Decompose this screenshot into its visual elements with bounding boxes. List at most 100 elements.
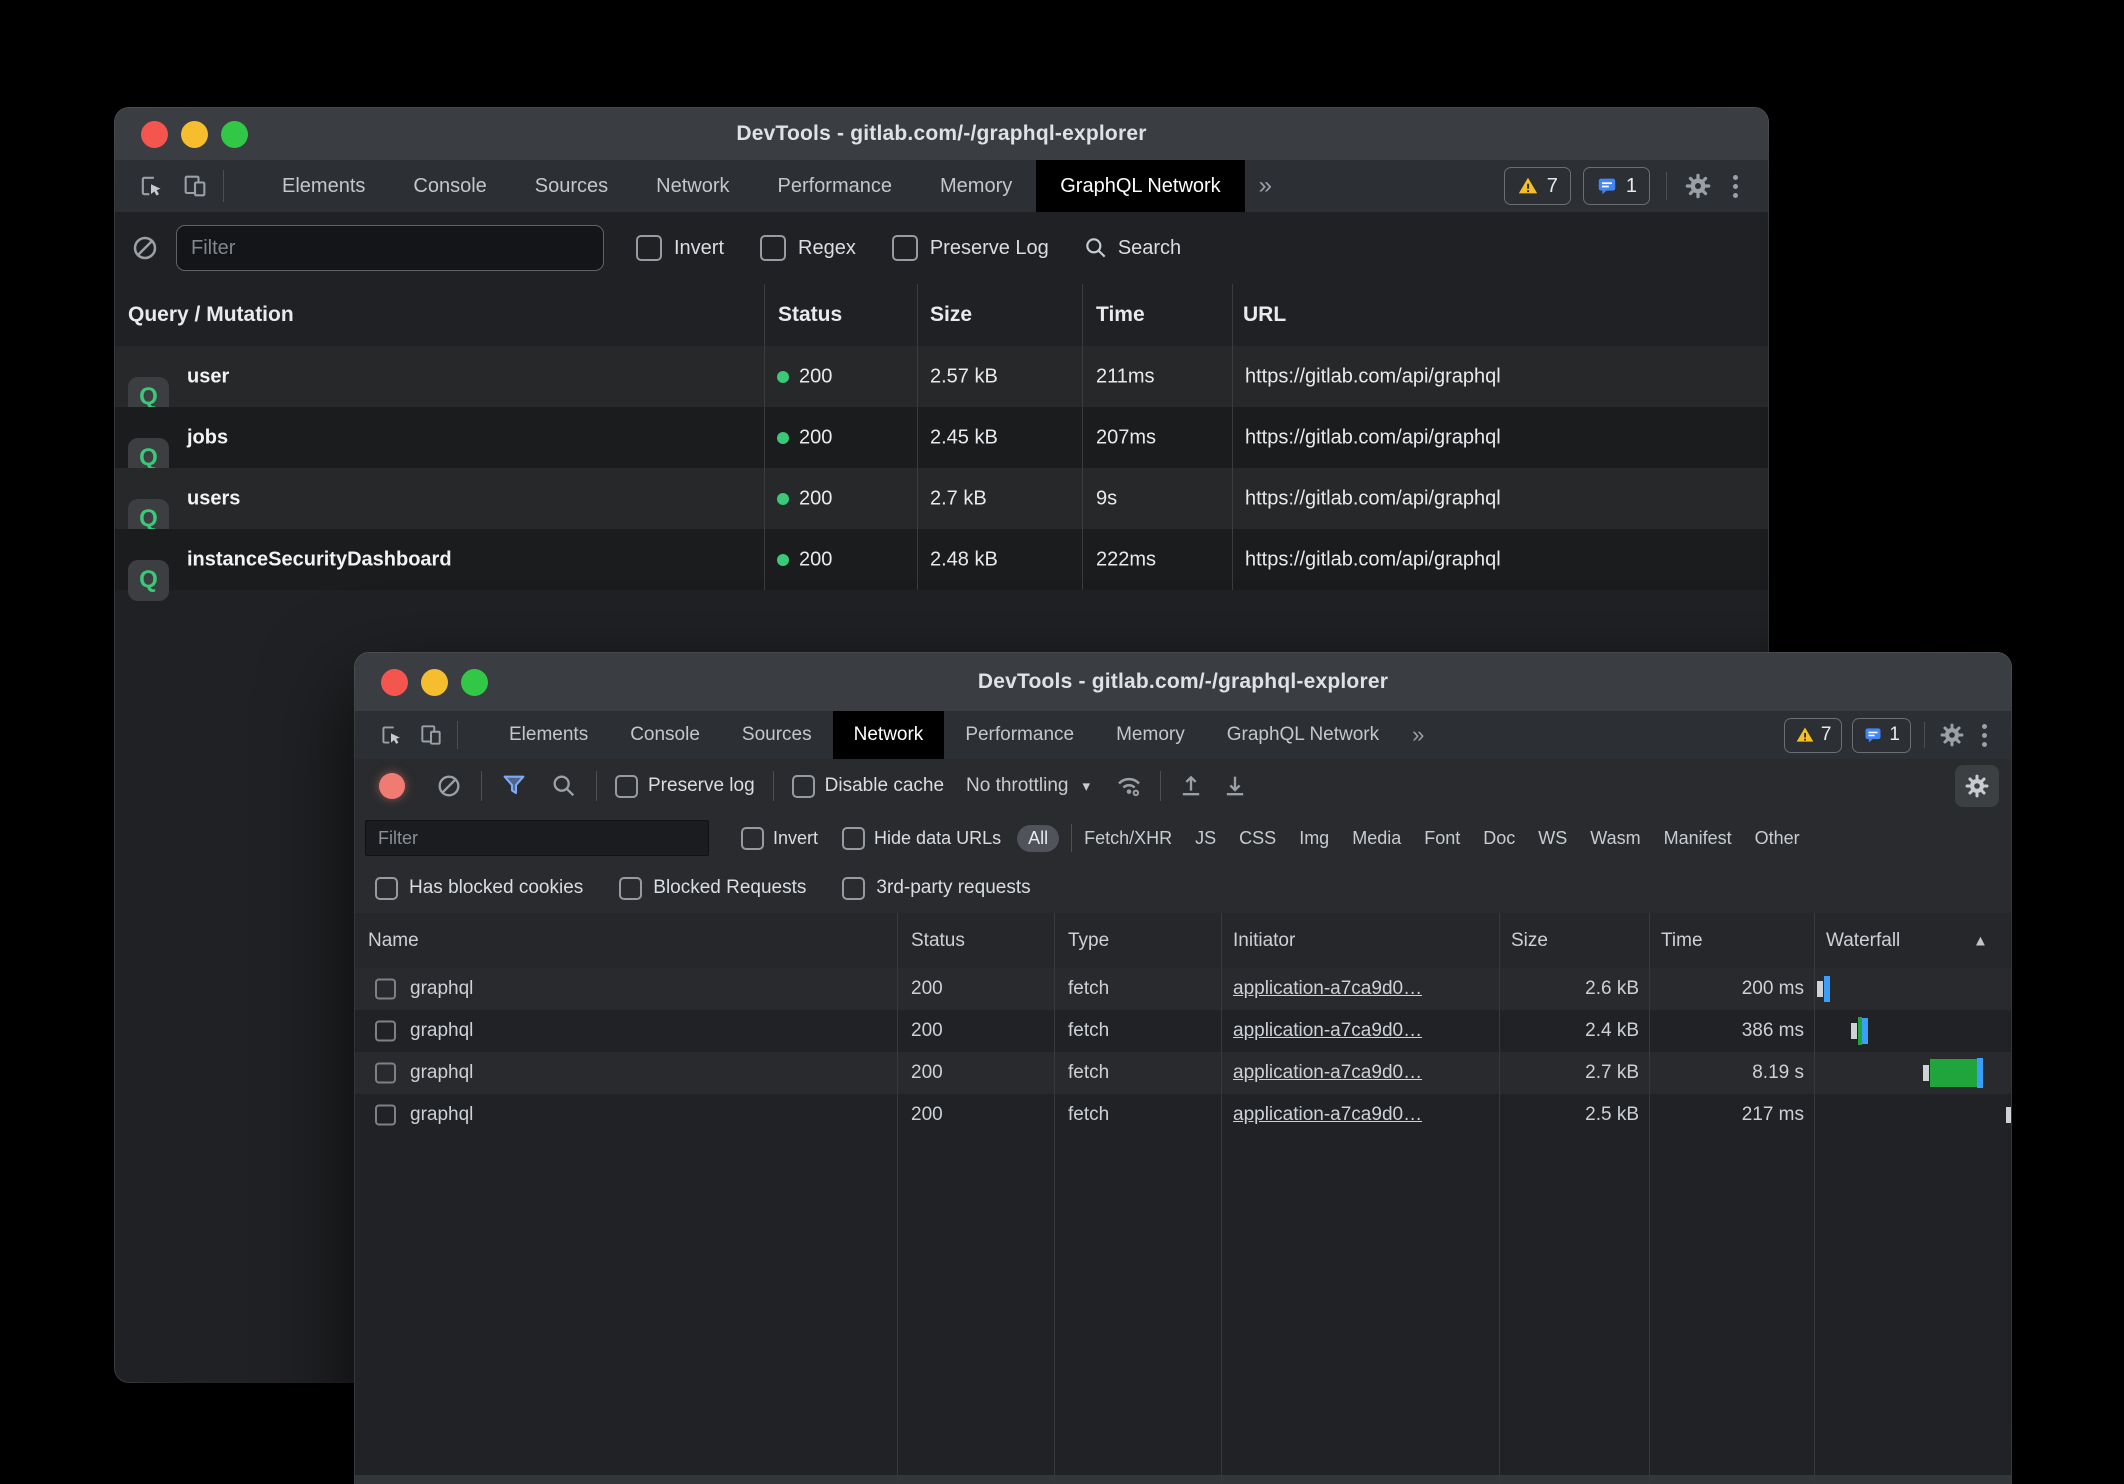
column-divider[interactable] <box>1499 913 1500 1484</box>
filter-input[interactable] <box>176 225 604 271</box>
blocked-requests-checkbox[interactable]: Blocked Requests <box>619 877 806 900</box>
filter-type-wasm[interactable]: Wasm <box>1590 828 1640 849</box>
third-party-requests-checkbox[interactable]: 3rd-party requests <box>842 877 1030 900</box>
filter-type-manifest[interactable]: Manifest <box>1664 828 1732 849</box>
kebab-menu-icon[interactable] <box>1976 724 1993 747</box>
row-checkbox[interactable] <box>375 1063 396 1084</box>
tab-performance[interactable]: Performance <box>754 160 917 212</box>
tab-network[interactable]: Network <box>833 711 945 759</box>
row-checkbox[interactable] <box>375 979 396 1000</box>
settings-gear-icon[interactable] <box>1683 171 1713 201</box>
search-icon[interactable] <box>550 772 578 800</box>
initiator-link[interactable]: application-a7ca9d0… <box>1233 1104 1422 1126</box>
issues-badge[interactable]: 1 <box>1852 718 1911 753</box>
col-status[interactable]: Status <box>911 930 965 952</box>
column-divider[interactable] <box>1232 284 1233 590</box>
settings-gear-icon[interactable] <box>1938 721 1966 749</box>
checkbox[interactable] <box>760 235 786 261</box>
tab-performance[interactable]: Performance <box>944 711 1095 759</box>
window2-titlebar[interactable]: DevTools - gitlab.com/-/graphql-explorer <box>355 653 2011 712</box>
col-size[interactable]: Size <box>1511 930 1548 952</box>
column-divider[interactable] <box>917 284 918 590</box>
tab-memory[interactable]: Memory <box>916 160 1036 212</box>
tab-network[interactable]: Network <box>632 160 753 212</box>
col-query-mutation[interactable]: Query / Mutation <box>128 303 294 327</box>
hide-data-urls-checkbox[interactable]: Hide data URLs <box>842 827 1001 850</box>
window1-titlebar[interactable]: DevTools - gitlab.com/-/graphql-explorer <box>115 108 1768 161</box>
checkbox[interactable] <box>375 877 398 900</box>
col-name[interactable]: Name <box>368 930 419 952</box>
col-status[interactable]: Status <box>778 303 842 327</box>
tab-console[interactable]: Console <box>609 711 721 759</box>
column-divider[interactable] <box>764 284 765 590</box>
more-tabs-chevron[interactable]: » <box>1400 711 1436 759</box>
filter-funnel-icon[interactable] <box>500 772 528 800</box>
device-toolbar-icon[interactable] <box>411 711 451 759</box>
checkbox[interactable] <box>792 775 815 798</box>
kebab-menu-icon[interactable] <box>1725 175 1746 198</box>
tab-memory[interactable]: Memory <box>1095 711 1206 759</box>
filter-type-js[interactable]: JS <box>1195 828 1216 849</box>
disable-cache-checkbox[interactable]: Disable cache <box>792 775 944 798</box>
filter-type-other[interactable]: Other <box>1755 828 1800 849</box>
checkbox[interactable] <box>636 235 662 261</box>
column-divider[interactable] <box>1221 913 1222 1484</box>
checkbox[interactable] <box>842 877 865 900</box>
tab-graphql-network[interactable]: GraphQL Network <box>1036 160 1244 212</box>
table-row[interactable]: graphql 200 fetch application-a7ca9d0… 2… <box>355 968 2011 1010</box>
column-divider[interactable] <box>1082 284 1083 590</box>
minimize-button[interactable] <box>421 669 448 696</box>
initiator-link[interactable]: application-a7ca9d0… <box>1233 1020 1422 1042</box>
record-button[interactable] <box>379 773 405 799</box>
initiator-link[interactable]: application-a7ca9d0… <box>1233 978 1422 1000</box>
col-type[interactable]: Type <box>1068 930 1109 952</box>
column-divider[interactable] <box>1649 913 1650 1484</box>
filter-type-img[interactable]: Img <box>1299 828 1329 849</box>
issues-badge[interactable]: 1 <box>1583 167 1650 205</box>
more-tabs-chevron[interactable]: » <box>1245 160 1286 212</box>
has-blocked-cookies-checkbox[interactable]: Has blocked cookies <box>375 877 583 900</box>
row-checkbox[interactable] <box>375 1021 396 1042</box>
filter-type-font[interactable]: Font <box>1424 828 1460 849</box>
table-row[interactable]: graphql 200 fetch application-a7ca9d0… 2… <box>355 1094 2011 1136</box>
warnings-badge[interactable]: 7 <box>1784 718 1843 753</box>
zoom-button[interactable] <box>221 121 248 148</box>
inspect-element-icon[interactable] <box>371 711 411 759</box>
invert-checkbox[interactable]: Invert <box>741 827 818 850</box>
close-button[interactable] <box>141 121 168 148</box>
table-row[interactable]: Q user 200 2.57 kB 211ms https://gitlab.… <box>115 346 1768 407</box>
tab-graphql-network[interactable]: GraphQL Network <box>1206 711 1400 759</box>
tab-elements[interactable]: Elements <box>488 711 609 759</box>
col-url[interactable]: URL <box>1243 303 1286 327</box>
clear-icon[interactable] <box>435 772 463 800</box>
filter-type-all[interactable]: All <box>1017 825 1059 852</box>
network-filter-input[interactable] <box>365 820 709 856</box>
clear-icon[interactable] <box>130 233 160 263</box>
filter-type-ws[interactable]: WS <box>1538 828 1567 849</box>
device-toolbar-icon[interactable] <box>173 160 217 212</box>
table-row[interactable]: Q users 200 2.7 kB 9s https://gitlab.com… <box>115 468 1768 529</box>
column-divider[interactable] <box>897 913 898 1484</box>
import-har-icon[interactable] <box>1177 772 1205 800</box>
sort-arrow-icon[interactable]: ▲ <box>1973 932 1988 949</box>
network-settings-button[interactable] <box>1955 765 1999 807</box>
checkbox[interactable] <box>615 775 638 798</box>
col-size[interactable]: Size <box>930 303 972 327</box>
filter-type-fetch-xhr[interactable]: Fetch/XHR <box>1084 828 1172 849</box>
checkbox[interactable] <box>741 827 764 850</box>
col-time[interactable]: Time <box>1096 303 1145 327</box>
checkbox[interactable] <box>842 827 865 850</box>
col-waterfall[interactable]: Waterfall <box>1826 930 1900 952</box>
checkbox[interactable] <box>619 877 642 900</box>
tab-sources[interactable]: Sources <box>721 711 833 759</box>
checkbox[interactable] <box>892 235 918 261</box>
table-row[interactable]: graphql 200 fetch application-a7ca9d0… 2… <box>355 1010 2011 1052</box>
minimize-button[interactable] <box>181 121 208 148</box>
throttling-dropdown[interactable]: No throttling ▾ <box>966 775 1090 797</box>
preserve-log-checkbox[interactable]: Preserve Log <box>892 235 1049 261</box>
search-button[interactable]: Search <box>1083 235 1181 261</box>
warnings-badge[interactable]: 7 <box>1504 167 1571 205</box>
table-row[interactable]: graphql 200 fetch application-a7ca9d0… 2… <box>355 1052 2011 1094</box>
table-row[interactable]: Q jobs 200 2.45 kB 207ms https://gitlab.… <box>115 407 1768 468</box>
col-time[interactable]: Time <box>1661 930 1703 952</box>
